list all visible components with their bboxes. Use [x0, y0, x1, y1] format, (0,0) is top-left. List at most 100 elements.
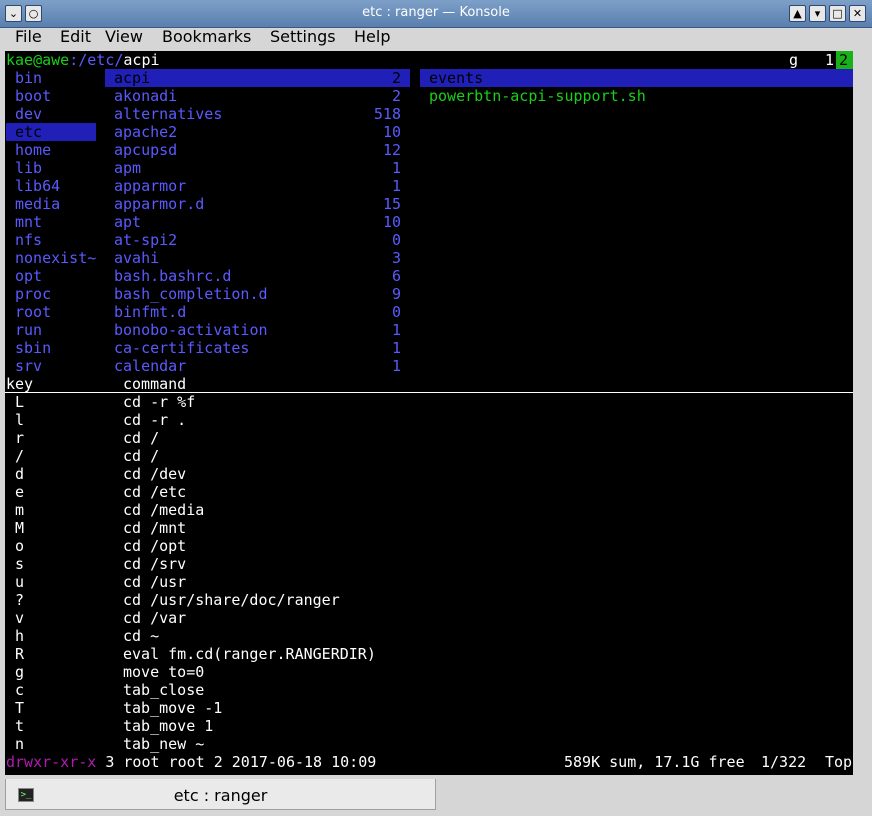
dir-count: 1 — [391, 357, 401, 375]
menu-help[interactable]: Help — [354, 28, 390, 46]
dir-count: 2 — [391, 69, 401, 87]
menu-edit[interactable]: Edit — [60, 28, 91, 46]
permissions: drwxr-xr-x — [6, 753, 97, 771]
keybinding-key: v — [15, 609, 25, 627]
terminal-area[interactable]: kae@awe:/etc/acpi g 1 2 bin boot dev etc hom… — [5, 51, 853, 775]
menu-file[interactable]: File — [15, 28, 42, 46]
current-dir: acpi — [123, 51, 160, 69]
dir-name: ca-certificates — [114, 339, 250, 357]
file-item[interactable]: events — [420, 69, 853, 87]
disk-summary: 589K sum, 17.1G free — [564, 753, 745, 771]
session-tab[interactable]: >_ etc : ranger — [5, 779, 436, 810]
dir-item[interactable]: calendar 1 — [105, 357, 410, 375]
dir-item[interactable]: apparmor 1 — [105, 177, 410, 195]
menu-bar: File Edit View Bookmarks Settings Help — [0, 28, 872, 50]
dir-item[interactable]: nfs — [6, 231, 96, 249]
maximize-button[interactable]: □ — [829, 5, 846, 22]
keybinding-command: cd /etc — [123, 483, 187, 501]
menu-view[interactable]: View — [105, 28, 143, 46]
keybinding-command: tab_close — [123, 681, 205, 699]
dir-item[interactable]: akonadi 2 — [105, 87, 410, 105]
dir-item[interactable]: lib64 — [6, 177, 96, 195]
dir-item[interactable]: proc — [6, 285, 96, 303]
session-tab-label: etc : ranger — [173, 786, 268, 805]
dir-item[interactable]: lib — [6, 159, 96, 177]
dir-item[interactable]: root — [6, 303, 96, 321]
keybinding-command: tab_move -1 — [123, 699, 223, 717]
dir-item[interactable]: apm 1 — [105, 159, 410, 177]
dir-count: 2 — [391, 87, 401, 105]
keybinding-command: cd /dev — [123, 465, 187, 483]
file-item[interactable]: powerbtn-acpi-support.sh — [420, 87, 646, 105]
dir-item[interactable]: etc — [6, 123, 96, 141]
dir-item[interactable]: at-spi2 0 — [105, 231, 410, 249]
dir-name: avahi — [114, 249, 160, 267]
keybinding-command: move to=0 — [123, 663, 205, 681]
dir-name: apt — [114, 213, 142, 231]
dir-item[interactable]: apparmor.d 15 — [105, 195, 410, 213]
keybinding-key: r — [15, 429, 25, 447]
dir-name: bonobo-activation — [114, 321, 268, 339]
keybinding-key: e — [15, 483, 25, 501]
keybinding-key: d — [15, 465, 25, 483]
path-prefix: :/etc/ — [69, 51, 124, 69]
tab-1[interactable]: 1 — [825, 51, 834, 69]
dir-name: apcupsd — [114, 141, 178, 159]
dir-item[interactable]: apt 10 — [105, 213, 410, 231]
dir-name: at-spi2 — [114, 231, 178, 249]
keybinding-key: n — [15, 735, 25, 753]
tab-2-current[interactable]: 2 — [836, 51, 853, 69]
dir-item[interactable]: sbin — [6, 339, 96, 357]
keybinding-key: o — [15, 537, 25, 555]
dir-item[interactable]: home — [6, 141, 96, 159]
dir-count: 3 — [391, 249, 401, 267]
dir-item[interactable]: bin — [6, 69, 96, 87]
dir-item[interactable]: ca-certificates 1 — [105, 339, 410, 357]
dir-item[interactable]: boot — [6, 87, 96, 105]
keybinding-key: h — [15, 627, 25, 645]
dir-item[interactable]: bonobo-activation 1 — [105, 321, 410, 339]
dir-count: 1 — [391, 321, 401, 339]
keybinding-key: R — [15, 645, 25, 663]
keybinding-command: tab_move 1 — [123, 717, 214, 735]
dir-item[interactable]: dev — [6, 105, 96, 123]
dir-item[interactable]: alternatives 518 — [105, 105, 410, 123]
window-titlebar[interactable]: ⌄ ○ etc : ranger — Konsole ▲ ▾ □ ✕ — [0, 0, 872, 28]
dir-item[interactable]: run — [6, 321, 96, 339]
scrollbar[interactable] — [853, 51, 868, 775]
keybinding-key: M — [15, 519, 25, 537]
keybinding-command: tab_new ~ — [123, 735, 205, 753]
menu-settings[interactable]: Settings — [270, 28, 336, 46]
dir-item[interactable]: bash.bashrc.d 6 — [105, 267, 410, 285]
dir-item[interactable]: srv — [6, 357, 96, 375]
dir-item[interactable]: mnt — [6, 213, 96, 231]
dir-item[interactable]: apcupsd 12 — [105, 141, 410, 159]
keybinding-key: s — [15, 555, 25, 573]
dir-item[interactable]: acpi 2 — [105, 69, 410, 87]
status-line: drwxr-xr-x 3 root root 2 2017-06-18 10:0… — [6, 753, 376, 771]
keybinding-command: cd -r . — [123, 411, 187, 429]
minimize-button[interactable]: ▾ — [809, 5, 826, 22]
position-indicator: 1/322 — [761, 753, 807, 771]
dir-item[interactable]: opt — [6, 267, 96, 285]
dir-count: 12 — [382, 141, 401, 159]
dir-name: akonadi — [114, 87, 178, 105]
file-info: 3 root root 2 2017-06-18 10:09 — [105, 753, 377, 771]
close-button[interactable]: ✕ — [849, 5, 866, 22]
dir-item[interactable]: binfmt.d 0 — [105, 303, 410, 321]
dir-item[interactable]: apache2 10 — [105, 123, 410, 141]
window-title: etc : ranger — Konsole — [362, 5, 510, 20]
dir-item[interactable]: nonexist~ — [6, 249, 96, 267]
keybinding-key: / — [15, 447, 25, 465]
keep-above-button[interactable]: ▲ — [789, 5, 806, 22]
dir-item[interactable]: avahi 3 — [105, 249, 410, 267]
keybinding-command: cd / — [123, 447, 160, 465]
keybinding-key: u — [15, 573, 25, 591]
dir-name: apm — [114, 159, 142, 177]
dir-count: 10 — [382, 213, 401, 231]
dir-item[interactable]: bash_completion.d 9 — [105, 285, 410, 303]
dir-name: apparmor — [114, 177, 187, 195]
menu-bookmarks[interactable]: Bookmarks — [162, 28, 251, 46]
dir-name: acpi — [114, 69, 151, 87]
dir-item[interactable]: media — [6, 195, 96, 213]
